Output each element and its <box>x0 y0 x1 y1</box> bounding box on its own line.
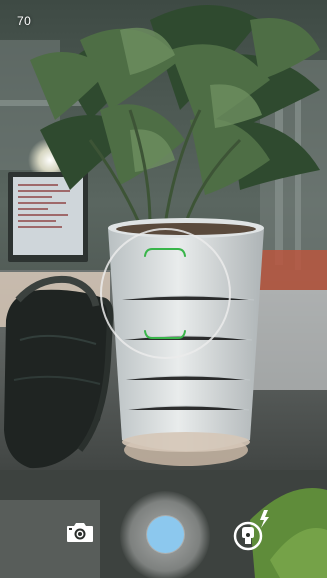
flash-toggle-button[interactable] <box>226 506 278 558</box>
camera-controls <box>0 476 327 578</box>
frame-counter: 70 <box>17 14 32 28</box>
focus-bracket-bottom <box>144 330 186 339</box>
focus-bracket-top <box>144 248 186 257</box>
camera-screen: 70 <box>0 0 327 578</box>
switch-camera-button[interactable] <box>60 516 100 548</box>
camera-switch-icon <box>67 523 93 542</box>
shutter-button[interactable] <box>147 516 184 553</box>
flash-auto-icon <box>233 510 269 551</box>
